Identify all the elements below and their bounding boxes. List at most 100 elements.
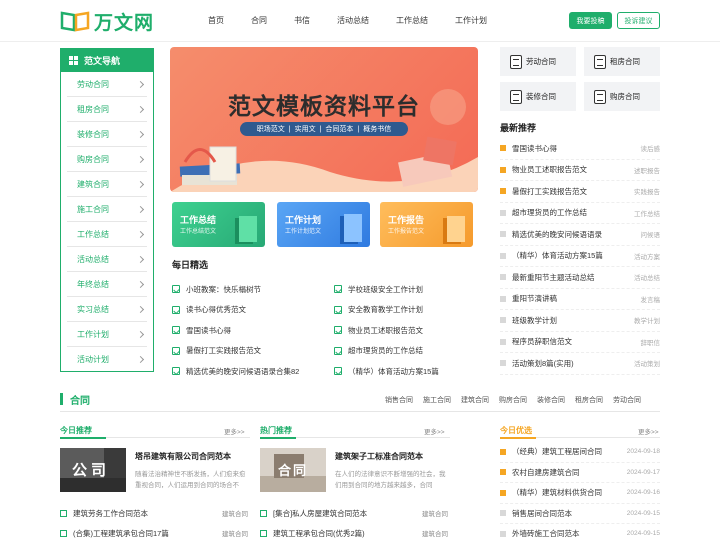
recommend-row[interactable]: 重阳节演讲稿 发言稿 (500, 289, 660, 310)
list-item-date: 2024-09-15 (626, 530, 660, 538)
feature-image[interactable]: 合同 (260, 448, 326, 492)
daily-item[interactable]: 读书心得优秀范文 (172, 304, 332, 316)
check-doc-icon (172, 326, 180, 334)
nav-contract[interactable]: 合同 (251, 15, 267, 26)
recommend-row[interactable]: 班级教学计划 教学计划 (500, 310, 660, 332)
daily-item[interactable]: 学校班级安全工作计划 (334, 283, 484, 295)
daily-item[interactable]: 安全教育教学工作计划 (334, 304, 484, 316)
daily-item[interactable]: 暑假打工实践报告范文 (172, 345, 332, 357)
sidebar-item[interactable]: 劳动合同 (67, 72, 147, 97)
recommend-row[interactable]: 物业员工述职报告范文 述职报告 (500, 160, 660, 181)
list-item-title: 外墙砖施工合同范本 (512, 529, 580, 539)
daily-item[interactable]: 雪国读书心得 (172, 324, 332, 336)
sidebar-item[interactable]: 建筑合同 (67, 172, 147, 197)
document-icon (510, 54, 522, 69)
recommend-category: 活动总结 (634, 275, 660, 283)
logo[interactable]: 万文网 (60, 8, 154, 34)
book-logo-icon (60, 10, 90, 32)
recommend-row[interactable]: 最新重阳节主题活动总结 活动总结 (500, 267, 660, 289)
tile-rent-contract[interactable]: 租房合同 (584, 47, 660, 76)
nav-activity-summary[interactable]: 活动总结 (337, 15, 369, 26)
contract-tab[interactable]: 施工合同 (423, 395, 451, 405)
list-item[interactable]: 农村自建房建筑合同 2024-09-17 (500, 463, 660, 483)
list-item-date: 2024-09-15 (626, 509, 660, 517)
recommend-row[interactable]: 活动策划8篇(实用) 活动策划 (500, 353, 660, 375)
recommend-list: 雪国读书心得 读后感 物业员工述职报告范文 述职报告 暑假打工实践报告范文 实践报告 超市理… (500, 138, 660, 375)
sidebar-item[interactable]: 购房合同 (67, 147, 147, 172)
recommend-row[interactable]: 程序员辞职信范文 辞职信 (500, 332, 660, 353)
contract-tab[interactable]: 建筑合同 (461, 395, 489, 405)
document-icon (594, 89, 606, 104)
list-item[interactable]: 建筑工程承包合同(优秀2篇) 建筑合同 (260, 523, 448, 540)
sidebar-item[interactable]: 活动总结 (67, 247, 147, 272)
nav-home[interactable]: 首页 (208, 15, 224, 26)
rank-marker (500, 489, 506, 496)
contract-tab[interactable]: 购房合同 (499, 395, 527, 405)
tile-label: 劳动合同 (526, 57, 556, 66)
recommend-row[interactable]: （精华）体育活动方案15篇 活动方案 (500, 246, 660, 267)
list-item[interactable]: （经典）建筑工程居间合同 2024-09-18 (500, 442, 660, 463)
tile-decoration-contract[interactable]: 装修合同 (500, 82, 576, 111)
tile-label: 装修合同 (526, 92, 556, 101)
more-link[interactable]: 更多>> (424, 426, 445, 436)
sidebar-item-label: 年终总结 (77, 279, 109, 289)
sidebar-item[interactable]: 实习总结 (67, 297, 147, 322)
more-link[interactable]: 更多>> (224, 426, 245, 436)
recommend-row[interactable]: 雪国读书心得 读后感 (500, 138, 660, 160)
hero-banner[interactable]: 范文模板资料平台 职场范文 | 实用文 | 合同范本 | 概务书信 (170, 47, 478, 192)
sidebar-header: 范文导航 (61, 49, 153, 72)
document-icon (510, 89, 522, 104)
document-icon (260, 529, 267, 537)
recommend-title: 活动策划8篇(实用) (512, 358, 574, 368)
sidebar-item[interactable]: 装修合同 (67, 122, 147, 147)
sidebar-item[interactable]: 租房合同 (67, 97, 147, 122)
sidebar-item-label: 建筑合同 (77, 179, 109, 189)
contract-tab[interactable]: 装修合同 (537, 395, 565, 405)
daily-item[interactable]: （精华）体育活动方案15篇 (334, 365, 484, 377)
nav-letters[interactable]: 书信 (294, 15, 310, 26)
nav-work-plan[interactable]: 工作计划 (455, 15, 487, 26)
feature-title[interactable]: 塔吊建筑有限公司合同范本 (135, 451, 231, 462)
feature-image[interactable]: 公司 (60, 448, 126, 492)
feature-title[interactable]: 建筑架子工标准合同范本 (335, 451, 423, 462)
contract-tab[interactable]: 租房合同 (575, 395, 603, 405)
divider (60, 411, 660, 412)
rank-marker (500, 295, 506, 302)
list-item[interactable]: （精华）建筑材料供货合同 2024-09-16 (500, 483, 660, 504)
recommend-title: 班级教学计划 (512, 315, 557, 325)
submit-button[interactable]: 我要投稿 (569, 12, 612, 29)
list-item[interactable]: [集合]私人房屋建筑合同范本 建筑合同 (260, 503, 448, 523)
rank-marker (500, 252, 506, 259)
sidebar-item[interactable]: 工作计划 (67, 322, 147, 347)
check-doc-icon (334, 367, 342, 375)
card-work-plan[interactable]: 工作计划 工作计划范文 (277, 202, 370, 247)
chevron-right-icon (136, 180, 145, 188)
list-item-category: 建筑合同 (222, 531, 248, 538)
contract-tab[interactable]: 销售合同 (385, 395, 413, 405)
daily-item[interactable]: 精选优美的晚安问候语语录合集82 (172, 365, 332, 377)
recommend-title: （精华）体育活动方案15篇 (512, 251, 603, 261)
daily-item[interactable]: 超市理货员的工作总结 (334, 345, 484, 357)
card-work-summary[interactable]: 工作总结 工作总结范文 (172, 202, 265, 247)
recommend-row[interactable]: 超市理货员的工作总结 工作总结 (500, 203, 660, 224)
card-work-report[interactable]: 工作报告 工作报告范文 (380, 202, 473, 247)
tile-house-contract[interactable]: 购房合同 (584, 82, 660, 111)
sidebar-item[interactable]: 活动计划 (67, 347, 147, 372)
nav-work-summary[interactable]: 工作总结 (396, 15, 428, 26)
sidebar-item[interactable]: 施工合同 (67, 197, 147, 222)
sidebar-item[interactable]: 工作总结 (67, 222, 147, 247)
contract-tab[interactable]: 劳动合同 (613, 395, 641, 405)
recommend-row[interactable]: 精选优美的晚安问候语语录 问候语 (500, 224, 660, 246)
list-item[interactable]: 销售居间合同范本 2024-09-15 (500, 504, 660, 524)
recommend-row[interactable]: 暑假打工实践报告范文 实践报告 (500, 181, 660, 203)
more-link[interactable]: 更多>> (638, 426, 659, 436)
complaint-button[interactable]: 投诉建议 (617, 12, 660, 29)
daily-item[interactable]: 物业员工述职报告范文 (334, 324, 484, 336)
sidebar-item[interactable]: 年终总结 (67, 272, 147, 297)
list-item[interactable]: 外墙砖施工合同范本 2024-09-15 (500, 524, 660, 540)
tile-labor-contract[interactable]: 劳动合同 (500, 47, 576, 76)
daily-item[interactable]: 小班教案：快乐榻树节 (172, 283, 332, 295)
list-item[interactable]: (合集)工程建筑承包合同17篇 建筑合同 (60, 523, 248, 540)
list-item[interactable]: 建筑劳务工作合同范本 建筑合同 (60, 503, 248, 523)
col-today-title: 今日推荐 (60, 426, 92, 435)
